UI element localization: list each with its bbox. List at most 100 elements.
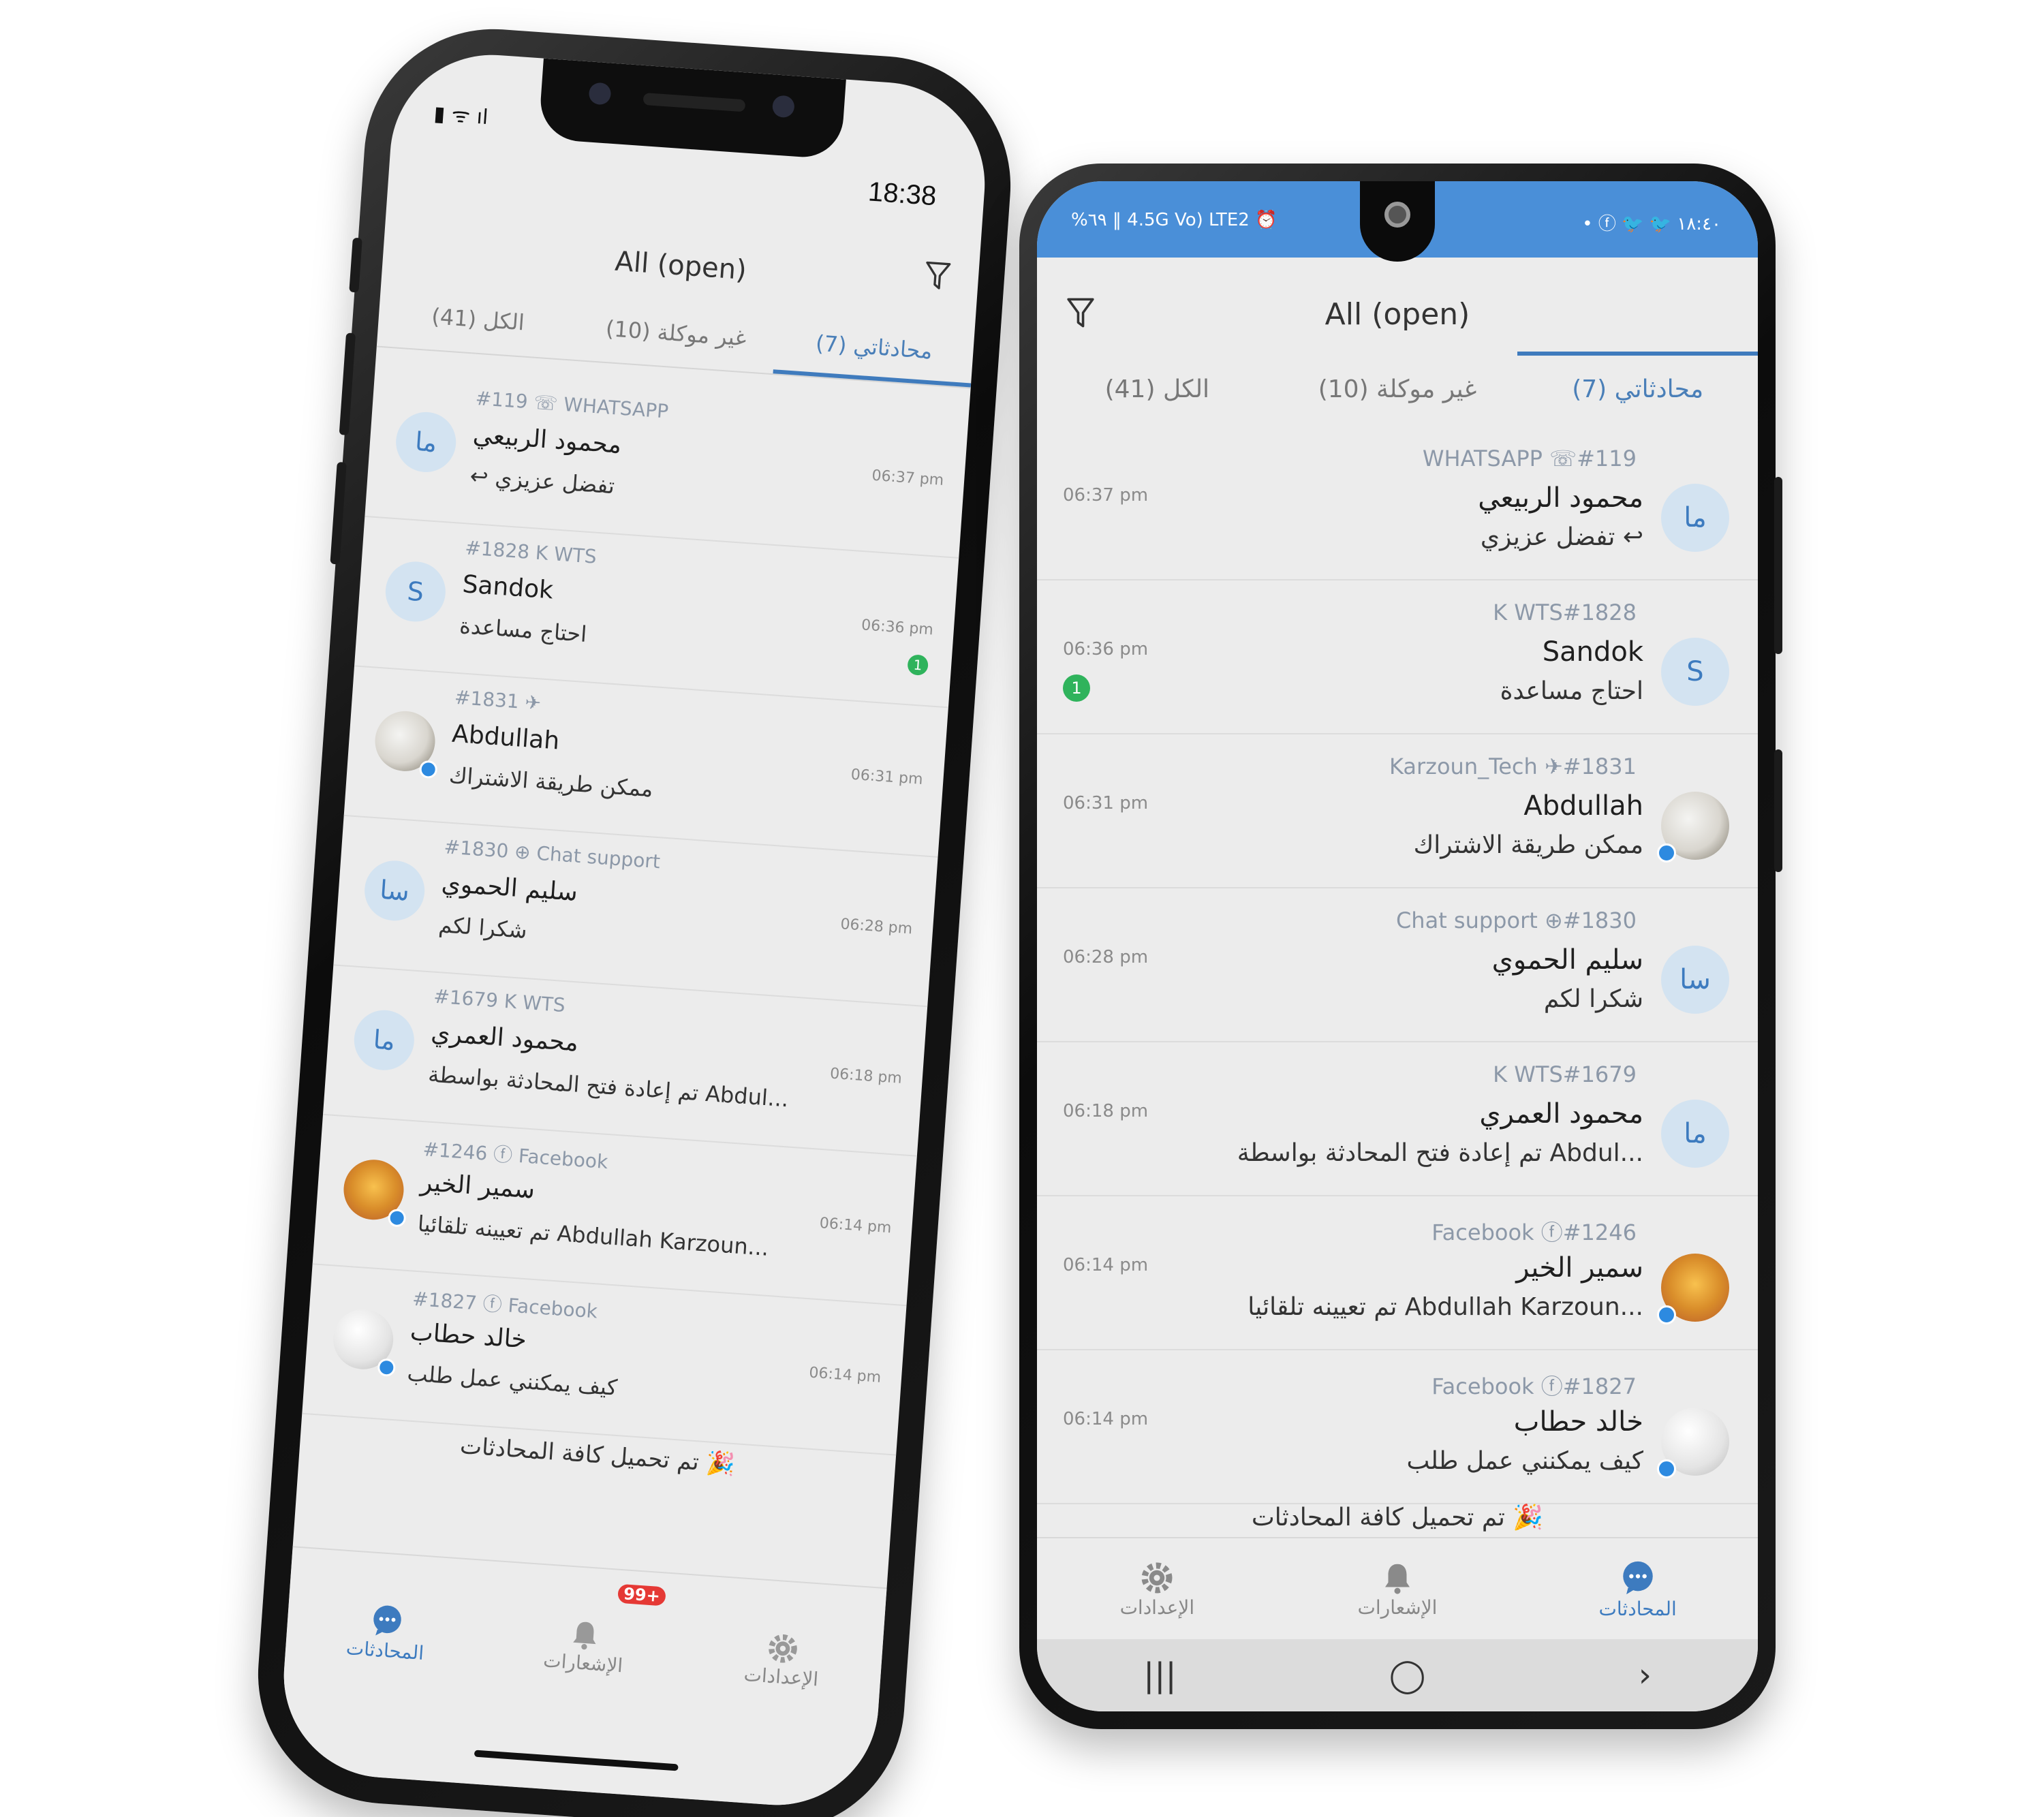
reply-icon: ↩	[469, 463, 497, 491]
last-message: ممكن طريقة الاشتراك	[448, 762, 654, 803]
android-screen: %٦٩ ‖ 4.5G Vo) LTE2 ⏰ • ⓕ 🐦 🐦 ١٨:٤٠ All …	[1037, 181, 1758, 1711]
unread-badge: 1	[907, 654, 929, 677]
timestamp: 06:18 pm	[1063, 1101, 1149, 1121]
last-message: تفضل عزيزي ↩	[1481, 523, 1643, 551]
mute-switch	[349, 237, 362, 293]
avatar: سا	[362, 858, 427, 923]
conversation-list: ما WHATSAPP ☏#119 محمود الربيعي تفضل عزي…	[1037, 426, 1758, 1504]
home-button[interactable]: ◯	[1389, 1656, 1426, 1694]
list-item[interactable]: سا Chat support ⊕#1830 سليم الحموي شكرا …	[1037, 888, 1758, 1042]
camera-icon	[1384, 202, 1410, 228]
list-item[interactable]: ما K WTS#1679 محمود العمري تم إعادة فتح …	[1037, 1042, 1758, 1196]
timestamp: 06:28 pm	[839, 916, 913, 938]
last-message: كيف يمكنني عمل طلب	[1406, 1447, 1643, 1475]
nav-notifications[interactable]: 99+ الإشعارات	[480, 1562, 689, 1730]
conversation-meta: Karzoun_Tech ✈#1831	[1389, 754, 1637, 779]
nav-label: الإشعارات	[542, 1648, 624, 1677]
timestamp: 06:14 pm	[1063, 1409, 1149, 1429]
tab-all[interactable]: الكل (41)	[1037, 352, 1278, 426]
volume-button	[1774, 749, 1782, 872]
page-title: All (open)	[614, 245, 748, 287]
avatar: ما	[1661, 484, 1729, 552]
conversation-meta: K WTS#1828	[1493, 600, 1637, 625]
contact-name: Abdullah	[1523, 790, 1643, 822]
camera-notch	[1360, 181, 1435, 262]
volume-down-button	[330, 461, 347, 565]
contact-name: Sandok	[461, 570, 555, 605]
unread-badge: 1	[1063, 674, 1090, 702]
last-message-text: تفضل عزيزي	[494, 465, 616, 499]
last-message: ممكن طريقة الاشتراك	[1413, 831, 1643, 859]
bottom-nav: المحادثات 99+ الإشعارات الإعدادات	[277, 1546, 887, 1812]
conversation-meta: K WTS#1679	[1493, 1061, 1637, 1087]
nav-label: الإعدادات	[1119, 1596, 1195, 1619]
last-message: شكرا لكم	[437, 911, 528, 944]
timestamp: 06:14 pm	[1063, 1255, 1149, 1275]
verified-icon	[418, 760, 438, 779]
conversation-tabs: الكل (41) غير موكلة (10) محادثاتي (7)	[1037, 352, 1758, 426]
bell-icon	[573, 1621, 596, 1649]
nav-label: الإشعارات	[1357, 1596, 1438, 1619]
contact-name: Sandok	[1542, 636, 1643, 668]
conversation-meta: #1246 ⓕ Facebook	[422, 1138, 609, 1174]
timestamp: 06:14 pm	[808, 1364, 882, 1386]
timestamp: 06:36 pm	[861, 617, 934, 639]
iphone-screen: ▮ ᯤ ıl 18:38 All (open) الكل (41) غير مو…	[277, 48, 992, 1812]
conversation-meta: #119 ☏ WHATSAPP	[474, 386, 670, 423]
avatar: ما	[394, 409, 459, 474]
tab-mine[interactable]: محادثاتي (7)	[773, 307, 975, 387]
nav-label: المحادثات	[345, 1636, 425, 1664]
recent-apps-button[interactable]: |||	[1143, 1656, 1177, 1694]
conversation-meta: #1830 ⊕ Chat support	[443, 835, 662, 873]
system-navigation-bar: ||| ◯ ›	[1037, 1639, 1758, 1711]
list-item[interactable]: Karzoun_Tech ✈#1831 Abdullah ممكن طريقة …	[1037, 734, 1758, 888]
avatar: ما	[352, 1008, 416, 1072]
last-message: ↩ تفضل عزيزي	[469, 463, 616, 499]
list-item[interactable]: ما WHATSAPP ☏#119 محمود الربيعي تفضل عزي…	[1037, 426, 1758, 580]
camera-icon	[771, 95, 795, 119]
tab-unassigned[interactable]: غير موكلة (10)	[575, 293, 777, 373]
notch	[538, 58, 846, 160]
timestamp: 06:37 pm	[1063, 485, 1149, 506]
contact-name: سمير الخير	[1516, 1252, 1643, 1284]
bottom-nav: الإعدادات الإشعارات المحادثات	[1037, 1537, 1758, 1639]
timestamp: 06:31 pm	[1063, 793, 1149, 813]
list-item[interactable]: Facebook ⓕ#1827 خالد حطاب كيف يمكنني عمل…	[1037, 1350, 1758, 1504]
avatar: ما	[1661, 1100, 1729, 1168]
last-message: كيف يمكنني عمل طلب	[406, 1360, 619, 1401]
back-button[interactable]: ›	[1639, 1656, 1652, 1694]
nav-conversations[interactable]: المحادثات	[1517, 1538, 1758, 1639]
conversation-meta: Chat support ⊕#1830	[1395, 907, 1637, 933]
gear-icon	[769, 1634, 798, 1663]
list-item[interactable]: S K WTS#1828 Sandok احتاج مساعدة 06:36 p…	[1037, 580, 1758, 734]
conversation-meta: #1679 K WTS	[433, 984, 566, 1017]
tab-mine[interactable]: محادثاتي (7)	[1517, 352, 1758, 426]
last-message-text: تفضل عزيزي	[1480, 523, 1615, 551]
camera-icon	[588, 82, 612, 106]
notification-count-badge: 99+	[617, 1583, 666, 1606]
chat-icon	[1622, 1561, 1653, 1594]
tab-unassigned[interactable]: غير موكلة (10)	[1278, 352, 1518, 426]
nav-settings[interactable]: الإعدادات	[678, 1575, 887, 1744]
nav-settings[interactable]: الإعدادات	[1037, 1538, 1278, 1639]
verified-icon	[1657, 843, 1676, 863]
nav-conversations[interactable]: المحادثات	[282, 1547, 491, 1716]
conversation-meta: WHATSAPP ☏#119	[1422, 446, 1637, 471]
last-message: تم إعادة فتح المحادثة بواسطة Abdul...	[427, 1061, 790, 1113]
gear-icon	[1141, 1562, 1173, 1593]
timestamp: 06:36 pm	[1063, 639, 1149, 659]
status-time: 18:38	[867, 176, 938, 212]
bell-icon	[1385, 1564, 1410, 1594]
filter-icon[interactable]	[923, 259, 953, 292]
chat-icon	[373, 1605, 401, 1635]
list-item[interactable]: Facebook ⓕ#1246 سمير الخير تم تعيينه تلق…	[1037, 1196, 1758, 1350]
tab-all[interactable]: الكل (41)	[377, 279, 579, 360]
contact-name: سليم الحموي	[1491, 944, 1643, 976]
app-header: All (open)	[1037, 283, 1758, 345]
conversation-meta: Facebook ⓕ#1827	[1431, 1373, 1637, 1399]
nav-notifications[interactable]: الإشعارات	[1278, 1538, 1518, 1639]
avatar: سا	[1661, 946, 1729, 1014]
contact-name: Abdullah	[450, 719, 561, 756]
verified-icon	[387, 1208, 407, 1228]
all-loaded-message: تم تحميل كافة المحادثات 🎉	[1251, 1504, 1544, 1532]
